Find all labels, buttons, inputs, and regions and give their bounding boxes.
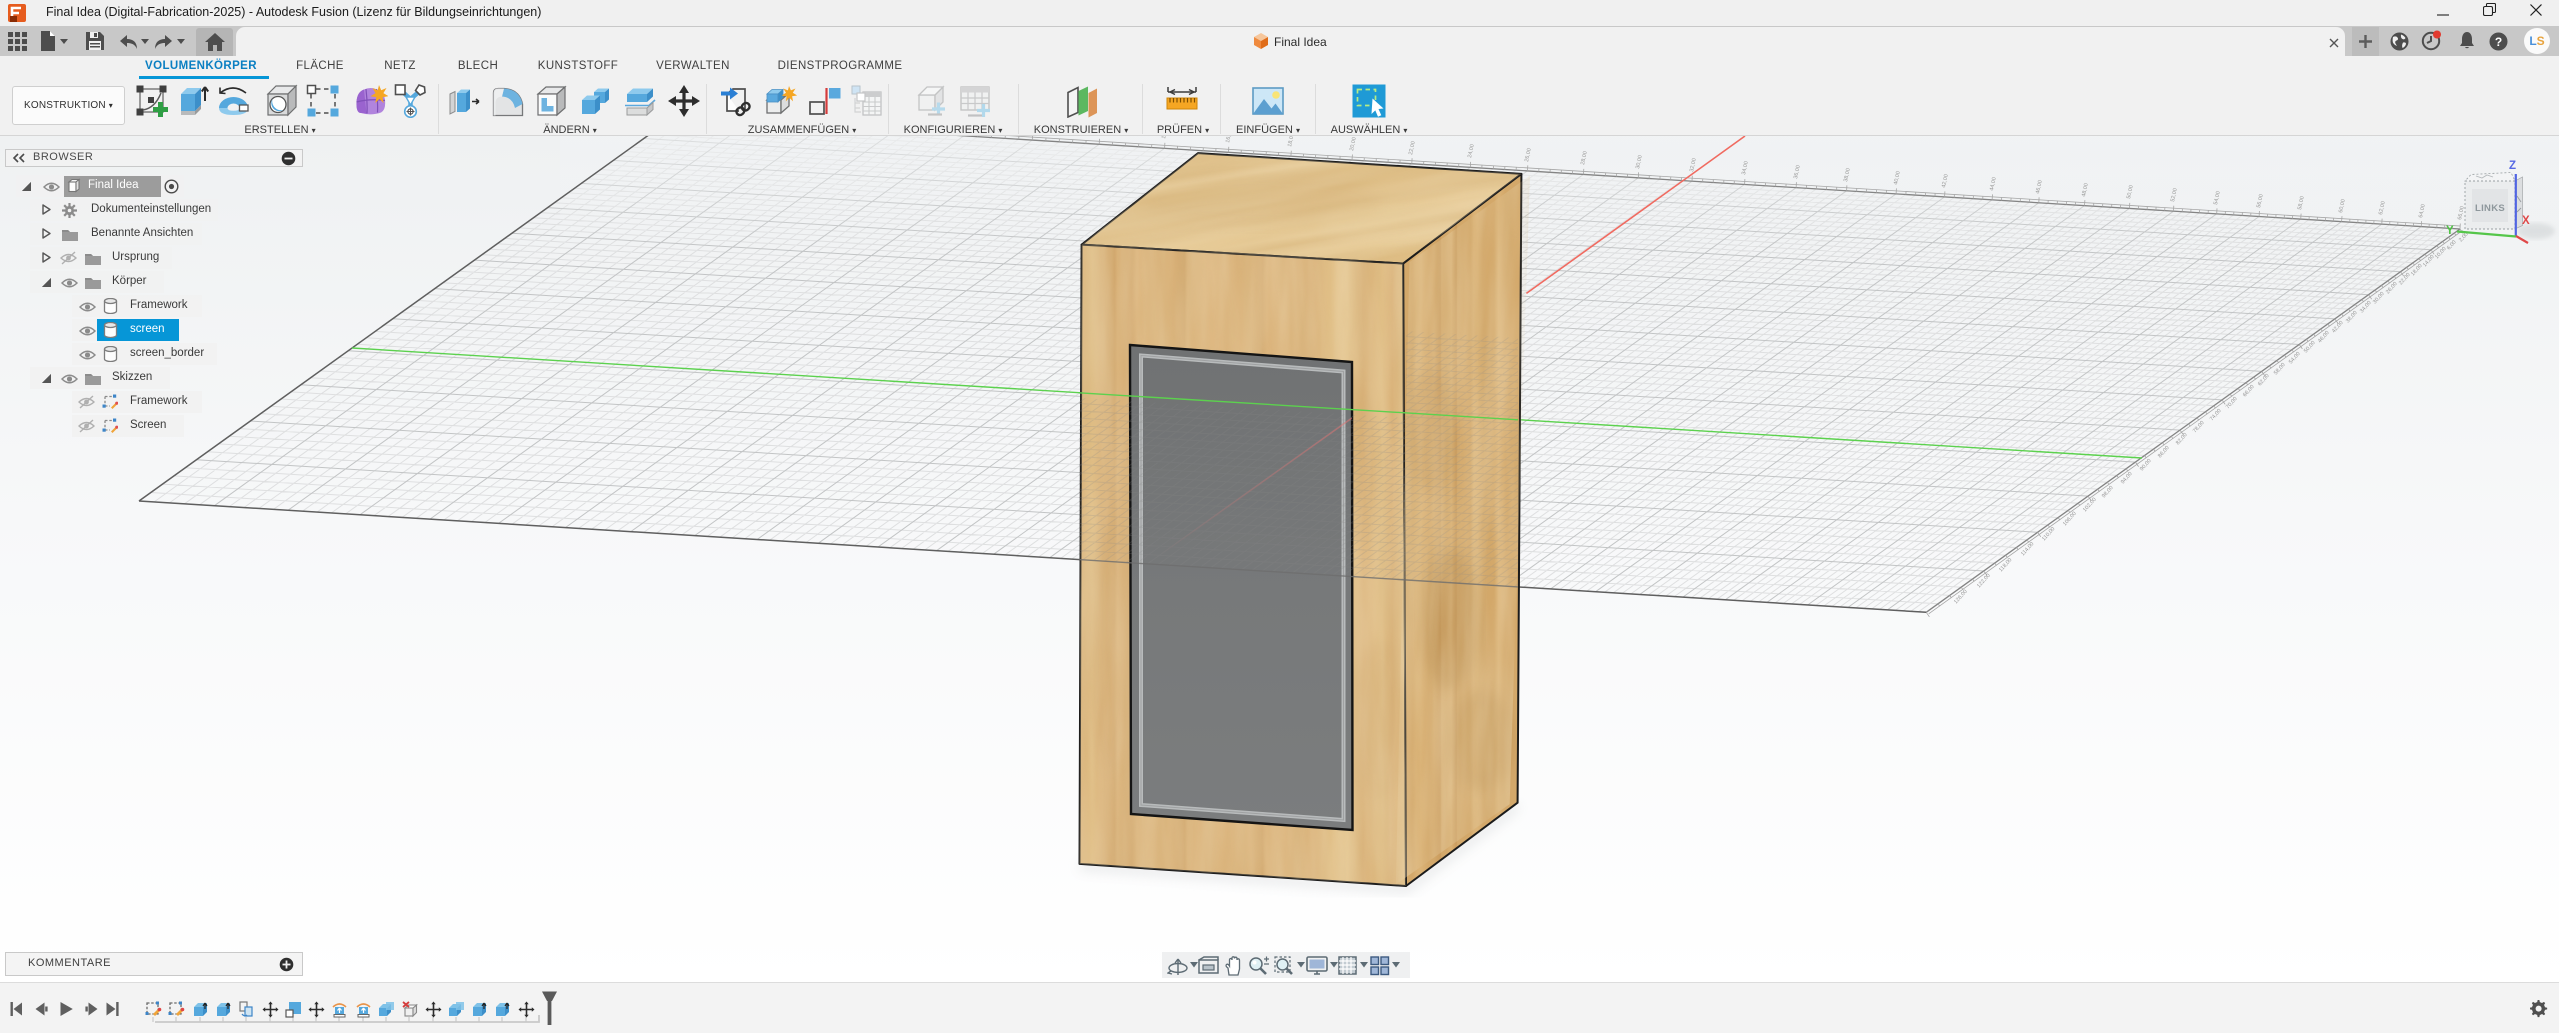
svg-text:LINKS: LINKS [2475, 203, 2505, 214]
svg-text:X: X [2522, 215, 2530, 227]
svg-text:?: ? [2495, 35, 2502, 49]
svg-text:Z: Z [2509, 160, 2516, 172]
svg-text:Y: Y [2446, 225, 2454, 237]
